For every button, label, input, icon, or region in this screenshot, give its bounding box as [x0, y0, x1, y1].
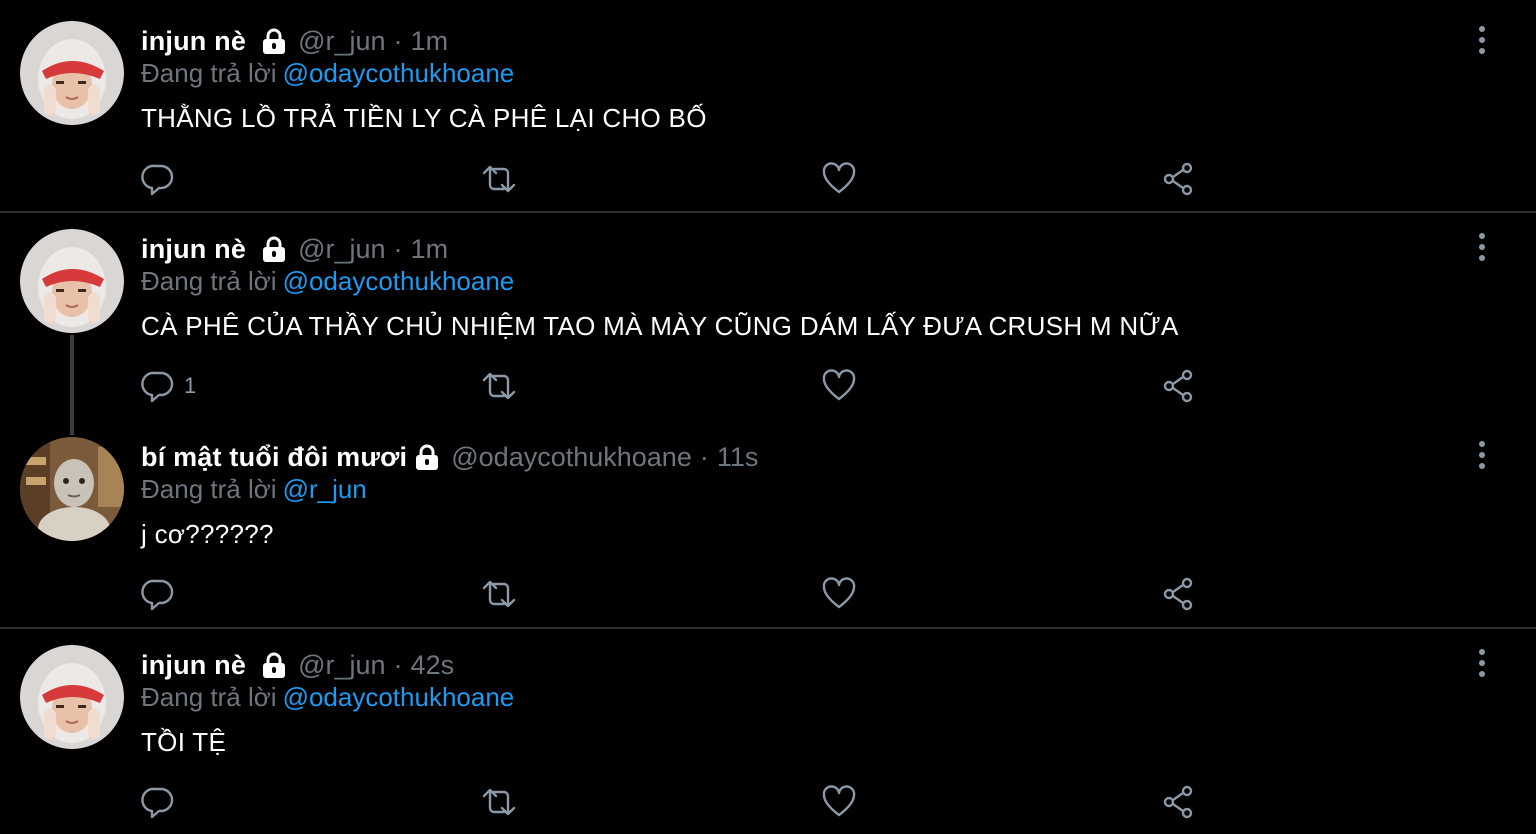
tweet-actions — [140, 576, 1240, 616]
tweet-actions: 1 — [140, 368, 1240, 408]
retweet-button[interactable] — [480, 784, 518, 820]
retweet-icon — [482, 788, 516, 816]
reply-context: Đang trả lời @r_jun — [141, 474, 367, 505]
thread-line — [70, 335, 74, 435]
tweet-actions — [140, 161, 1240, 201]
reply-mention[interactable]: @odaycothukhoane — [283, 58, 515, 88]
tweet-text: THẰNG LỒ TRẢ TIỀN LY CÀ PHÊ LẠI CHO BỐ — [141, 103, 707, 133]
display-name[interactable]: injun nè — [141, 234, 246, 265]
tweet-header: injun nè @r_jun · 1m — [141, 231, 448, 267]
reply-prefix: Đang trả lời — [141, 682, 277, 712]
reply-button[interactable] — [140, 784, 184, 820]
avatar[interactable] — [20, 645, 124, 749]
share-button[interactable] — [1161, 784, 1197, 820]
like-icon — [822, 577, 856, 609]
retweet-icon — [482, 372, 516, 400]
more-button[interactable] — [1468, 24, 1496, 58]
more-icon — [1479, 26, 1485, 54]
display-name[interactable]: injun nè — [141, 650, 246, 681]
tweet-text: j cơ?????? — [141, 519, 274, 549]
like-button[interactable] — [821, 576, 857, 612]
avatar[interactable] — [20, 437, 124, 541]
reply-button[interactable] — [140, 161, 184, 197]
tweet-actions — [140, 784, 1240, 824]
separator-dot: · — [393, 649, 403, 680]
tweet[interactable]: injun nè @r_jun · 1m Đang trả lời @odayco… — [0, 213, 1536, 435]
more-button[interactable] — [1468, 647, 1496, 681]
separator-dot: · — [699, 441, 709, 472]
more-icon — [1479, 233, 1485, 261]
share-icon — [1163, 162, 1193, 196]
reply-icon — [141, 579, 174, 611]
reply-prefix: Đang trả lời — [141, 266, 277, 296]
tweet[interactable]: injun nè @r_jun · 1m Đang trả lời @odayco… — [0, 0, 1536, 212]
timestamp[interactable]: 11s — [717, 442, 759, 473]
share-button[interactable] — [1161, 576, 1197, 612]
tweet-header: injun nè @r_jun · 1m — [141, 23, 448, 59]
handle[interactable]: @r_jun — [298, 234, 385, 265]
retweet-button[interactable] — [480, 368, 518, 404]
reply-context: Đang trả lời @odaycothukhoane — [141, 682, 514, 713]
timestamp[interactable]: 42s — [411, 650, 455, 681]
tweet[interactable]: injun nè @r_jun · 42s Đang trả lời @odayc… — [0, 629, 1536, 834]
share-button[interactable] — [1161, 161, 1197, 197]
reply-button[interactable]: 1 — [140, 368, 196, 404]
more-icon — [1479, 649, 1485, 677]
lock-icon — [260, 651, 288, 679]
reply-context: Đang trả lời @odaycothukhoane — [141, 58, 514, 89]
more-button[interactable] — [1468, 439, 1496, 473]
like-button[interactable] — [821, 784, 857, 820]
display-name[interactable]: bí mật tuổi đôi mươi — [141, 442, 407, 473]
handle[interactable]: @odaycothukhoane — [451, 442, 692, 473]
avatar[interactable] — [20, 21, 124, 125]
reply-mention[interactable]: @odaycothukhoane — [283, 266, 515, 296]
like-icon — [822, 369, 856, 401]
share-icon — [1163, 369, 1193, 403]
retweet-icon — [482, 165, 516, 193]
handle[interactable]: @r_jun — [298, 650, 385, 681]
lock-icon — [413, 443, 441, 471]
reply-mention[interactable]: @r_jun — [283, 474, 367, 504]
share-icon — [1163, 785, 1193, 819]
reply-icon — [141, 164, 174, 196]
like-button[interactable] — [821, 368, 857, 404]
retweet-icon — [482, 580, 516, 608]
like-icon — [822, 162, 856, 194]
tweet[interactable]: bí mật tuổi đôi mươi @odaycothukhoane · … — [0, 421, 1536, 627]
separator-dot: · — [393, 233, 403, 264]
like-icon — [822, 785, 856, 817]
reply-icon — [141, 787, 174, 819]
lock-icon — [260, 235, 288, 263]
reply-mention[interactable]: @odaycothukhoane — [283, 682, 515, 712]
more-button[interactable] — [1468, 231, 1496, 265]
display-name[interactable]: injun nè — [141, 26, 246, 57]
retweet-button[interactable] — [480, 161, 518, 197]
more-icon — [1479, 441, 1485, 469]
reply-icon — [141, 371, 174, 403]
timestamp[interactable]: 1m — [411, 234, 449, 265]
reply-context: Đang trả lời @odaycothukhoane — [141, 266, 514, 297]
lock-icon — [260, 27, 288, 55]
tweet-header: bí mật tuổi đôi mươi @odaycothukhoane · … — [141, 439, 758, 475]
timestamp[interactable]: 1m — [411, 26, 449, 57]
tweet-header: injun nè @r_jun · 42s — [141, 647, 454, 683]
reply-button[interactable] — [140, 576, 184, 612]
retweet-button[interactable] — [480, 576, 518, 612]
reply-prefix: Đang trả lời — [141, 474, 277, 504]
like-button[interactable] — [821, 161, 857, 197]
tweet-text: CÀ PHÊ CỦA THẦY CHỦ NHIỆM TAO MÀ MÀY CŨN… — [141, 311, 1179, 341]
share-button[interactable] — [1161, 368, 1197, 404]
tweet-text: TỒI TỆ — [141, 727, 227, 757]
reply-count: 1 — [184, 373, 197, 398]
separator-dot: · — [393, 25, 403, 56]
avatar[interactable] — [20, 229, 124, 333]
share-icon — [1163, 577, 1193, 611]
handle[interactable]: @r_jun — [298, 26, 385, 57]
reply-prefix: Đang trả lời — [141, 58, 277, 88]
